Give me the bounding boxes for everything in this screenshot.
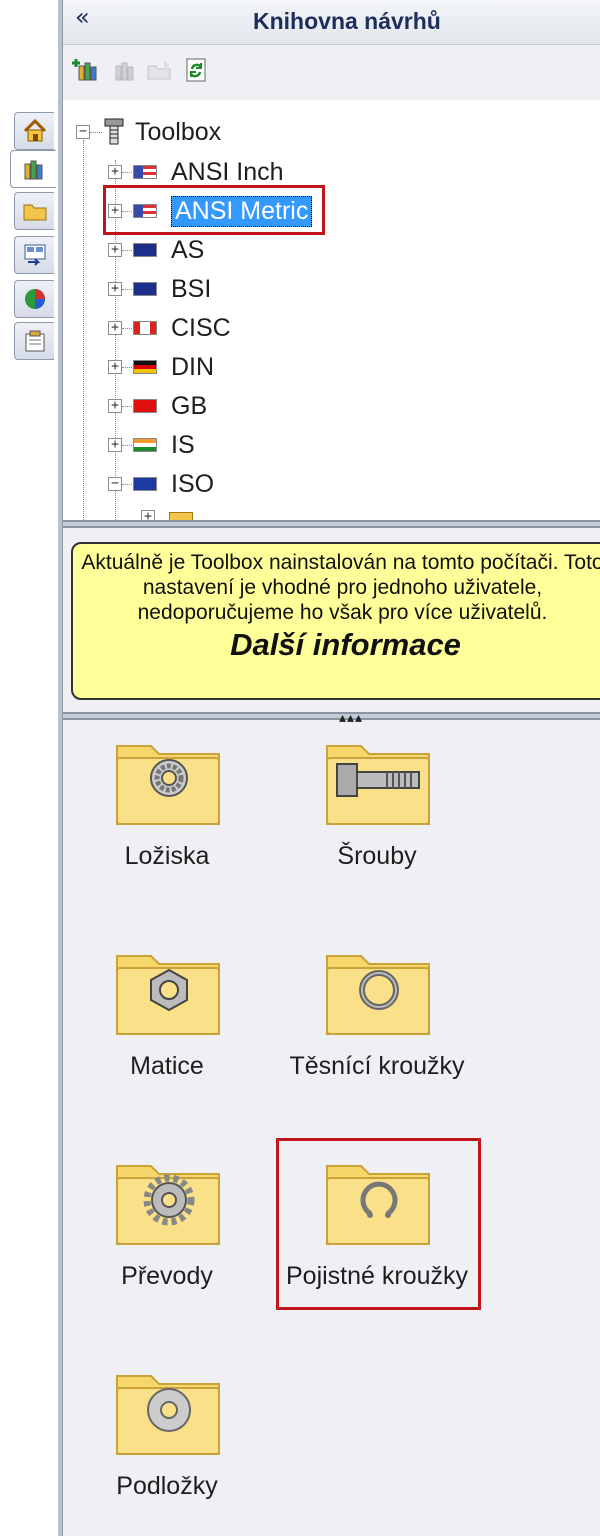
custom-properties-icon (25, 330, 44, 352)
tree-expander[interactable]: + (108, 438, 122, 452)
tree-item-din[interactable]: DIN (133, 349, 214, 385)
tree-item-label: ANSI Inch (171, 157, 284, 186)
toolbox-icon (104, 118, 124, 145)
design-library-icon (24, 160, 42, 180)
tree-expander[interactable]: + (108, 243, 122, 257)
folder-item-washers[interactable]: Podložky (67, 1352, 267, 1532)
refresh-icon (186, 58, 206, 82)
tree-item-label: CISC (171, 313, 231, 342)
india-flag-icon (133, 438, 157, 452)
add-file-location-icon (115, 62, 134, 81)
appearances-tab[interactable] (14, 280, 54, 318)
toolbox-info-box: Aktuálně je Toolbox nainstalován na tomt… (71, 542, 600, 700)
tree-item-label: GB (171, 391, 208, 420)
home-icon (23, 118, 46, 142)
appearances-icon (24, 289, 45, 309)
pane-splitter[interactable] (63, 712, 600, 720)
home-tab[interactable] (14, 112, 54, 150)
design-library-panel: « Knihovna návrhů − Toolbox + ANSI Inch … (63, 0, 600, 1536)
o-ring-icon (359, 970, 399, 1010)
tree-item-label: BSI (171, 274, 212, 303)
tree-expander[interactable]: + (108, 399, 122, 413)
folder-item-bolts[interactable]: Šrouby (277, 722, 477, 902)
library-tree: − Toolbox + ANSI Inch + ANSI Metric + AS… (63, 100, 600, 520)
folder-label: Převody (121, 1262, 213, 1290)
gear-icon (143, 1174, 195, 1226)
folder-label: Matice (130, 1052, 204, 1080)
panel-title: Knihovna návrhů (253, 8, 441, 34)
tree-expander[interactable]: + (108, 360, 122, 374)
design-library-tab[interactable] (10, 150, 56, 188)
tree-item-as[interactable]: AS (133, 232, 204, 268)
file-explorer-icon (23, 204, 46, 221)
germany-flag-icon (133, 360, 157, 374)
folder-item-bearings[interactable]: Ložiska (67, 722, 267, 902)
more-info-link[interactable]: Další informace (73, 627, 600, 663)
folder-label: Ložiska (124, 842, 210, 870)
highlight-ansi-metric (103, 185, 325, 235)
tree-expander-iso[interactable]: − (108, 477, 122, 491)
tree-expander[interactable]: + (108, 321, 122, 335)
tree-expander[interactable]: + (108, 282, 122, 296)
folder-label: Podložky (116, 1472, 218, 1500)
tree-expander-toolbox[interactable]: − (76, 125, 90, 139)
tree-item-label: ISO (171, 469, 215, 498)
nut-icon (150, 968, 188, 1012)
view-palette-icon (24, 244, 45, 266)
us-flag-icon (133, 165, 157, 179)
china-flag-icon (133, 399, 157, 413)
folder-label: Šrouby (337, 842, 417, 870)
add-file-location-button[interactable] (108, 56, 136, 84)
washer-icon (147, 1388, 191, 1432)
panel-titlebar: « Knihovna návrhů (63, 0, 600, 45)
tree-item-gb[interactable]: GB (133, 388, 207, 424)
tree-item-label: IS (171, 430, 195, 459)
tree-item-label: Toolbox (135, 117, 222, 146)
folder-item-nuts[interactable]: Matice (67, 932, 267, 1112)
tree-item-label: AS (171, 235, 205, 264)
tree-item-bsi[interactable]: BSI (133, 271, 211, 307)
tree-item-toolbox[interactable]: Toolbox (103, 114, 221, 150)
create-new-folder-icon (147, 59, 171, 80)
info-message: Aktuálně je Toolbox nainstalován na tomt… (81, 551, 600, 624)
task-pane-tab-strip (0, 0, 58, 1536)
folder-icon (169, 512, 193, 520)
refresh-button[interactable] (182, 56, 210, 84)
australia-flag-icon (133, 243, 157, 257)
tree-expander[interactable]: + (108, 165, 122, 179)
tree-item-is[interactable]: IS (133, 427, 195, 463)
canada-flag-icon (133, 321, 157, 335)
folder-label: Těsnící kroužky (289, 1052, 465, 1080)
bearing-icon (150, 759, 188, 797)
pane-splitter[interactable] (63, 520, 600, 528)
create-new-folder-button[interactable] (145, 56, 173, 84)
folder-item-o-rings[interactable]: Těsnící kroužky (277, 932, 477, 1112)
file-explorer-tab[interactable] (14, 192, 54, 230)
uk-flag-icon (133, 282, 157, 296)
tree-item-iso[interactable]: ISO (133, 466, 214, 502)
tree-item-label: DIN (171, 352, 215, 381)
iso-flag-icon (133, 477, 157, 491)
view-palette-tab[interactable] (14, 236, 54, 274)
highlight-retaining-rings (276, 1138, 481, 1310)
collapse-button[interactable]: « (75, 3, 90, 31)
add-to-library-button[interactable] (71, 56, 99, 84)
folder-item-gears[interactable]: Převody (67, 1142, 267, 1322)
add-to-library-icon (72, 59, 97, 81)
tree-item-cisc[interactable]: CISC (133, 310, 231, 346)
folder-view: Ložiska Šrouby Matice Těsnící kroužky Př… (63, 722, 600, 1536)
custom-properties-tab[interactable] (14, 322, 54, 360)
library-toolbar (71, 52, 210, 88)
bolt-icon (336, 763, 420, 797)
tree-expander[interactable]: + (141, 510, 155, 520)
